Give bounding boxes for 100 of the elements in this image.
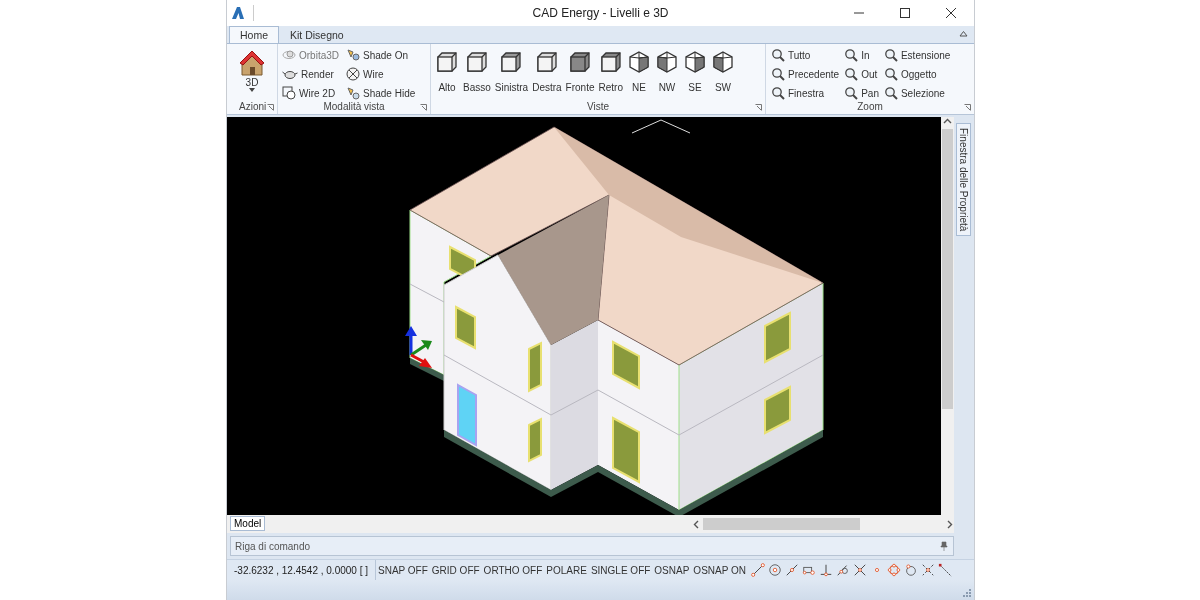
zoom-out-icon xyxy=(844,67,859,81)
view-button[interactable]: Sinistra xyxy=(492,47,531,101)
view-mode-button[interactable]: Shade On xyxy=(344,47,418,63)
zoom-object-icon xyxy=(883,67,898,81)
zoom-window-icon xyxy=(771,86,785,100)
status-toggle[interactable]: POLARE xyxy=(544,564,589,576)
horizontal-scrollbar[interactable] xyxy=(692,517,954,531)
iso-cube-icon xyxy=(710,50,735,74)
status-toggle[interactable]: SNAP OFF xyxy=(376,564,430,576)
zoom-button[interactable]: Precedente xyxy=(769,66,842,82)
zoom-all-icon xyxy=(771,48,785,62)
snap-quadrant-icon[interactable] xyxy=(886,563,901,577)
status-toggle[interactable]: ORTHO OFF xyxy=(481,564,545,576)
view-mode-button[interactable]: Shade Hide xyxy=(344,85,418,101)
dialog-launcher-icon[interactable] xyxy=(267,104,274,111)
scroll-left-icon[interactable] xyxy=(692,519,701,529)
ribbon-tab[interactable]: Kit Disegno xyxy=(279,26,355,43)
status-toggle[interactable]: OSNAP ON xyxy=(691,564,748,576)
zoom-button[interactable]: Tutto xyxy=(769,47,842,63)
zoom-selection-icon xyxy=(883,86,898,100)
dialog-launcher-icon[interactable] xyxy=(420,104,427,111)
command-line-field[interactable]: Riga di comando xyxy=(230,536,954,556)
view-mode-button[interactable]: Render xyxy=(280,66,341,82)
ribbon-tab[interactable]: Home xyxy=(229,26,279,43)
status-toggle[interactable]: SINGLE OFF xyxy=(588,564,653,576)
view-button[interactable]: NW xyxy=(652,47,681,101)
house-window xyxy=(528,341,542,393)
snap-endpoint-icon[interactable] xyxy=(750,563,765,577)
compass-marker-icon xyxy=(631,119,691,134)
view-cube-icon xyxy=(435,50,459,74)
house-window xyxy=(528,417,542,463)
house-window xyxy=(612,340,640,390)
house-window xyxy=(455,305,476,350)
view-cube-icon xyxy=(534,50,559,74)
view-button[interactable]: NE xyxy=(624,47,653,101)
view-button[interactable]: Destra xyxy=(530,47,564,101)
view-button[interactable]: SE xyxy=(680,47,709,101)
view-cube-icon xyxy=(598,50,623,74)
dialog-launcher-icon[interactable] xyxy=(755,104,762,111)
view-button[interactable]: Alto xyxy=(433,47,461,101)
iso-cube-icon xyxy=(682,50,707,74)
house-window xyxy=(764,311,791,364)
snap-intersection-icon[interactable] xyxy=(852,563,867,577)
resize-grip-icon[interactable] xyxy=(962,588,971,597)
group-title: Viste xyxy=(585,101,611,114)
zoom-button[interactable]: Selezione xyxy=(881,85,953,101)
zoom-in-icon xyxy=(844,48,859,62)
view-cube-icon xyxy=(464,50,489,74)
view-cube-icon xyxy=(499,50,524,74)
window-title: CAD Energy - Livelli e 3D xyxy=(531,6,670,20)
group-title: Modalità vista xyxy=(322,101,386,114)
zoom-button[interactable]: Finestra xyxy=(769,85,842,101)
shade-hide-icon xyxy=(346,86,360,100)
snap-perpendicular-icon[interactable] xyxy=(818,563,833,577)
snap-nearest-icon[interactable] xyxy=(903,563,918,577)
house-window xyxy=(612,416,640,484)
orbit-icon xyxy=(282,48,296,62)
layout-tab[interactable]: Model xyxy=(230,515,266,531)
zoom-button[interactable]: Out xyxy=(842,66,881,82)
collapse-ribbon-icon[interactable] xyxy=(959,30,968,37)
foundation xyxy=(410,358,444,381)
wireframe-icon xyxy=(282,86,296,100)
view-mode-button[interactable]: Wire xyxy=(344,66,418,82)
pan-icon xyxy=(844,86,859,100)
view-mode-button[interactable]: Orbita3D xyxy=(280,47,341,63)
status-toggle[interactable]: OSNAP xyxy=(652,564,692,576)
snap-extension-icon[interactable] xyxy=(937,563,952,577)
zoom-button[interactable]: In xyxy=(842,47,881,63)
zoom-button[interactable]: Estensione xyxy=(881,47,953,63)
iso-cube-icon xyxy=(654,50,679,74)
pin-icon[interactable] xyxy=(940,541,948,551)
group-title: Zoom xyxy=(856,101,884,114)
properties-panel-tab[interactable]: Finestra delle Proprietà xyxy=(956,123,971,237)
dropdown-caret-icon xyxy=(249,88,255,92)
view-button[interactable]: Basso xyxy=(461,47,493,101)
iso-cube-icon xyxy=(626,50,651,74)
vertical-scrollbar[interactable] xyxy=(941,117,954,515)
axis-icon xyxy=(405,326,432,368)
group-title: Azioni xyxy=(239,101,265,114)
snap-apparent-icon[interactable] xyxy=(920,563,935,577)
zoom-button[interactable]: Oggetto xyxy=(881,66,953,82)
view-button[interactable]: Fronte xyxy=(563,47,597,101)
house-icon xyxy=(238,49,266,77)
zoom-extents-icon xyxy=(883,48,898,62)
view-button[interactable]: SW xyxy=(708,47,737,101)
scroll-right-icon[interactable] xyxy=(945,519,954,529)
dialog-launcher-icon[interactable] xyxy=(964,104,971,111)
status-toggle[interactable]: GRID OFF xyxy=(429,564,482,576)
snap-midpoint-icon[interactable] xyxy=(784,563,799,577)
view-button[interactable]: Retro xyxy=(596,47,625,101)
view-mode-button[interactable]: Wire 2D xyxy=(280,85,341,101)
teapot-icon xyxy=(282,68,298,80)
snap-center-icon[interactable] xyxy=(767,563,782,577)
shade-icon xyxy=(346,48,360,62)
scroll-up-icon[interactable] xyxy=(943,117,952,126)
house-window xyxy=(764,385,791,435)
app-logo-icon xyxy=(231,6,245,20)
snap-tangent-icon[interactable] xyxy=(835,563,850,577)
3d-button[interactable]: 3D xyxy=(232,47,272,101)
zoom-button[interactable]: Pan xyxy=(842,85,881,101)
